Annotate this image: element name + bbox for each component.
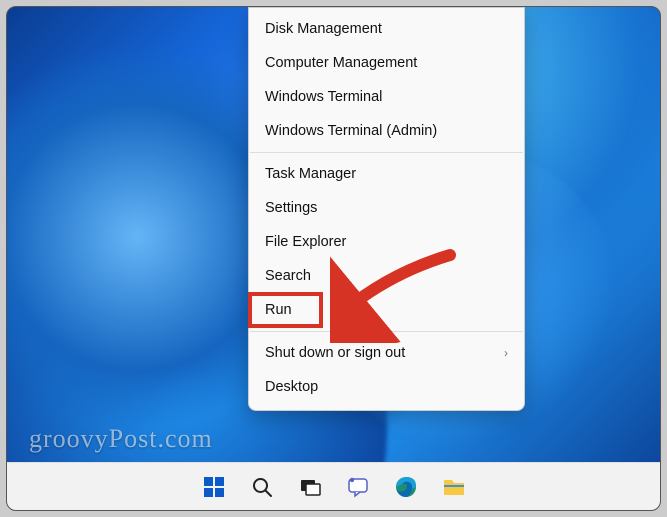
file-explorer-icon bbox=[442, 475, 466, 499]
start-icon bbox=[202, 475, 226, 499]
start-button[interactable] bbox=[194, 467, 234, 507]
menu-item-label: File Explorer bbox=[265, 234, 346, 250]
menu-item-label: Task Manager bbox=[265, 166, 356, 182]
menu-item-label: Desktop bbox=[265, 379, 318, 395]
menu-item-label: Computer Management bbox=[265, 55, 417, 71]
menu-item-label: Windows Terminal bbox=[265, 89, 382, 105]
file-explorer-button[interactable] bbox=[434, 467, 474, 507]
task-view-button[interactable] bbox=[290, 467, 330, 507]
task-view-icon bbox=[298, 475, 322, 499]
desktop-frame: Disk Management Computer Management Window… bbox=[6, 6, 661, 511]
search-button[interactable] bbox=[242, 467, 282, 507]
menu-item-label: Shut down or sign out bbox=[265, 345, 405, 361]
menu-item-computer-management[interactable]: Computer Management bbox=[249, 46, 524, 80]
menu-separator bbox=[250, 152, 523, 153]
menu-item-label: Windows Terminal (Admin) bbox=[265, 123, 437, 139]
menu-item-task-manager[interactable]: Task Manager bbox=[249, 157, 524, 191]
menu-item-label: Settings bbox=[265, 200, 317, 216]
menu-item-windows-terminal-admin[interactable]: Windows Terminal (Admin) bbox=[249, 114, 524, 148]
menu-item-disk-management[interactable]: Disk Management bbox=[249, 12, 524, 46]
menu-item-run[interactable]: Run bbox=[249, 293, 524, 327]
menu-item-file-explorer[interactable]: File Explorer bbox=[249, 225, 524, 259]
menu-item-label: Search bbox=[265, 268, 311, 284]
chevron-right-icon: › bbox=[504, 346, 508, 360]
menu-item-settings[interactable]: Settings bbox=[249, 191, 524, 225]
menu-item-search[interactable]: Search bbox=[249, 259, 524, 293]
menu-item-label: Run bbox=[265, 302, 292, 318]
menu-item-desktop[interactable]: Desktop bbox=[249, 370, 524, 404]
menu-separator bbox=[250, 331, 523, 332]
chat-button[interactable] bbox=[338, 467, 378, 507]
edge-icon bbox=[394, 475, 418, 499]
watermark-text: groovyPost.com bbox=[29, 424, 213, 454]
search-icon bbox=[250, 475, 274, 499]
edge-button[interactable] bbox=[386, 467, 426, 507]
chat-icon bbox=[346, 475, 370, 499]
menu-item-windows-terminal[interactable]: Windows Terminal bbox=[249, 80, 524, 114]
taskbar bbox=[7, 462, 660, 510]
menu-item-label: Disk Management bbox=[265, 21, 382, 37]
menu-item-shut-down-or-sign-out[interactable]: Shut down or sign out › bbox=[249, 336, 524, 370]
winx-context-menu: Disk Management Computer Management Window… bbox=[248, 7, 525, 411]
